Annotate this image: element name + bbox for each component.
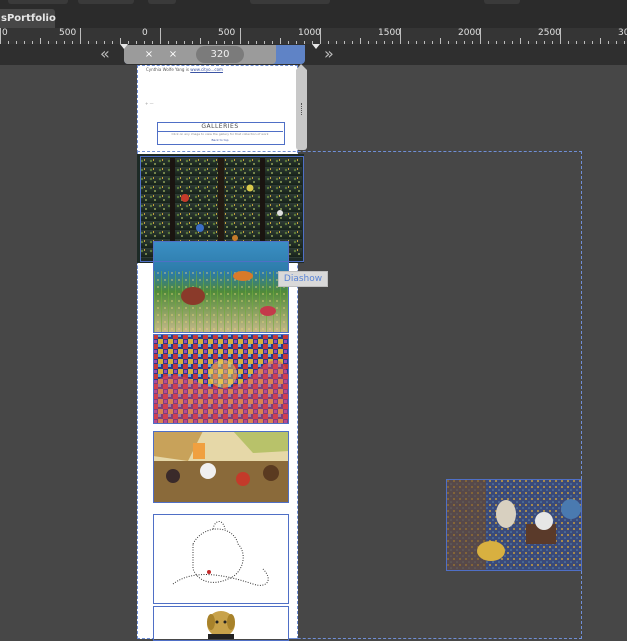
- image-frame: [153, 514, 289, 604]
- toolbar-control[interactable]: [78, 0, 134, 4]
- ruler-label: 500: [59, 28, 77, 38]
- ruler-tick: [480, 28, 481, 44]
- ruler-label: 2500: [538, 28, 561, 38]
- caption-link[interactable]: www.cityo...com: [190, 67, 223, 72]
- image-frame: [446, 479, 582, 571]
- ruler-label: 30: [618, 28, 627, 38]
- ruler-tick: [240, 28, 241, 44]
- breakpoint-marker-icon[interactable]: [312, 44, 320, 49]
- grip-icon: [301, 103, 304, 115]
- page-caption: Cynthia Wolfe Yang is www.cityo...com: [146, 67, 293, 72]
- toolbar-control[interactable]: [250, 0, 330, 4]
- ruler-tick: [0, 28, 1, 44]
- caption-text: Cynthia Wolfe Yang is: [146, 67, 191, 72]
- image-frame: [153, 241, 289, 333]
- ruler-tick: [320, 28, 321, 44]
- image-frame: [153, 431, 289, 503]
- horizontal-ruler[interactable]: 0 500 0 500 1000 1500 2000 2500 30: [0, 28, 627, 45]
- ruler-tick: [80, 28, 81, 44]
- image-frame: [153, 334, 289, 424]
- ruler-tick: [160, 28, 161, 44]
- side-mark: + —: [145, 101, 154, 106]
- ruler-label: 2000: [458, 28, 481, 38]
- close-icon[interactable]: ×: [142, 46, 156, 63]
- galleries-link[interactable]: Back to top: [157, 138, 283, 142]
- scroll-right-icon[interactable]: »: [324, 44, 334, 64]
- toolbar-control[interactable]: [148, 0, 176, 4]
- galleries-title: GALLERIES: [201, 123, 239, 130]
- breakpoint-width-field[interactable]: 320: [196, 46, 244, 63]
- toolbar-control[interactable]: [484, 0, 520, 4]
- widget-label[interactable]: Diashow: [278, 271, 328, 287]
- ruler-label: 500: [218, 28, 236, 38]
- ruler-label: 1500: [378, 28, 401, 38]
- document-tab[interactable]: sPortfolio: [0, 9, 56, 28]
- galleries-description: Click on any image to view the gallery f…: [171, 132, 269, 136]
- top-toolbar: sPortfolio: [0, 0, 627, 28]
- ruler-label: 1000: [298, 28, 321, 38]
- ruler-label: 0: [2, 28, 8, 38]
- toolbar-control[interactable]: [8, 0, 68, 4]
- image-frame: [153, 606, 289, 641]
- scroll-left-icon[interactable]: «: [100, 44, 110, 64]
- ruler-label: 0: [142, 28, 148, 38]
- breakpoint-marker-icon[interactable]: [120, 44, 128, 49]
- ruler-tick: [560, 28, 561, 44]
- ruler-tick: [400, 28, 401, 44]
- close-icon[interactable]: ×: [166, 46, 180, 63]
